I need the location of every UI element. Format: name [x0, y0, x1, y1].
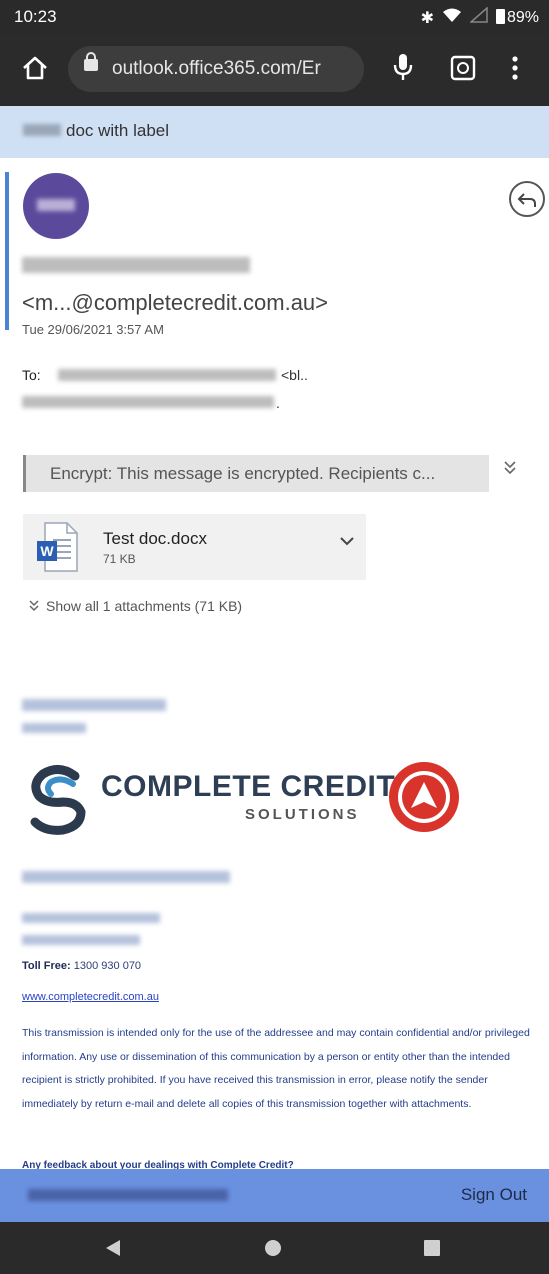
- redacted-initials: [37, 199, 75, 211]
- back-icon[interactable]: [104, 1238, 122, 1258]
- wifi-icon: [442, 7, 462, 28]
- avatar[interactable]: [23, 173, 89, 239]
- word-doc-icon: W: [37, 522, 78, 572]
- status-icons: ✱ 89%: [420, 6, 539, 28]
- website-link[interactable]: www.completecredit.com.au: [22, 991, 159, 1003]
- system-nav-bar: [0, 1222, 549, 1274]
- tab-switcher-icon[interactable]: [450, 55, 476, 88]
- logo-swirl-icon: [30, 765, 86, 835]
- attachment-name: Test doc.docx: [103, 529, 207, 548]
- home-icon[interactable]: [21, 54, 49, 89]
- sign-out-button[interactable]: Sign Out: [461, 1185, 527, 1205]
- toll-free-label: Toll Free:: [22, 960, 71, 972]
- mobile-redacted: [22, 935, 140, 945]
- signal-icon: [468, 6, 488, 28]
- toll-free: Toll Free: 1300 930 070: [22, 960, 141, 972]
- redacted-text: [23, 124, 61, 136]
- attachment-size: 71 KB: [103, 552, 136, 566]
- bluetooth-icon: ✱: [420, 9, 434, 27]
- reply-icon[interactable]: [509, 181, 545, 217]
- recipient-trailing: .: [276, 395, 280, 411]
- mic-icon[interactable]: [391, 52, 415, 89]
- toll-free-number: 1300 930 070: [73, 960, 142, 972]
- subject-bar: doc with label: [0, 106, 549, 158]
- sender-email: <m...@completecredit.com.au>: [22, 290, 329, 315]
- signature-name-redacted: [22, 699, 166, 711]
- battery-level: 89%: [506, 8, 539, 26]
- subject-title: doc with label: [66, 121, 170, 140]
- attachment-card[interactable]: W Test doc.docx 71 KB: [23, 514, 366, 580]
- double-chevron-icon: [29, 600, 39, 612]
- sender-name-redacted: [22, 257, 250, 273]
- signature-title-redacted: [22, 723, 86, 733]
- logo-subtitle: SOLUTIONS: [245, 806, 360, 823]
- encrypt-notice[interactable]: Encrypt: This message is encrypted. Reci…: [23, 455, 489, 492]
- message-accent-bar: [5, 172, 9, 330]
- logo-title: COMPLETE CREDIT: [101, 770, 396, 803]
- url-text: outlook.office365.com/Er: [112, 58, 321, 79]
- more-menu-icon[interactable]: [510, 54, 520, 89]
- encrypt-text: Encrypt: This message is encrypted. Reci…: [50, 464, 436, 483]
- lock-icon: [84, 52, 98, 71]
- chevron-down-icon[interactable]: [339, 534, 355, 552]
- recipient-redacted-2: [22, 396, 274, 408]
- url-bar[interactable]: outlook.office365.com/Er: [68, 46, 364, 92]
- home-nav-icon[interactable]: [264, 1239, 282, 1257]
- quality-seal-icon: [389, 762, 459, 832]
- message-date: Tue 29/06/2021 3:57 AM: [22, 322, 164, 337]
- battery-icon: 89%: [495, 8, 539, 27]
- address-redacted: [22, 871, 230, 883]
- to-label: To:: [22, 367, 41, 383]
- recents-icon[interactable]: [423, 1239, 441, 1257]
- expand-icon[interactable]: [503, 460, 517, 481]
- recipient-suffix: <bl..: [281, 367, 308, 383]
- disclaimer-text: This transmission is intended only for t…: [22, 1027, 530, 1110]
- svg-text:W: W: [40, 543, 54, 559]
- account-redacted: [28, 1189, 228, 1201]
- show-all-attachments-link[interactable]: Show all 1 attachments (71 KB): [28, 598, 242, 614]
- clock: 10:23: [14, 7, 57, 26]
- recipient-redacted: [58, 369, 276, 381]
- sign-out-bar: Sign Out: [0, 1169, 549, 1222]
- company-logo: COMPLETE CREDIT SOLUTIONS: [23, 760, 463, 840]
- phone-redacted: [22, 913, 160, 923]
- status-bar: 10:23 ✱ 89%: [0, 0, 549, 34]
- browser-toolbar: outlook.office365.com/Er: [0, 34, 549, 106]
- show-all-text: Show all 1 attachments (71 KB): [46, 598, 243, 614]
